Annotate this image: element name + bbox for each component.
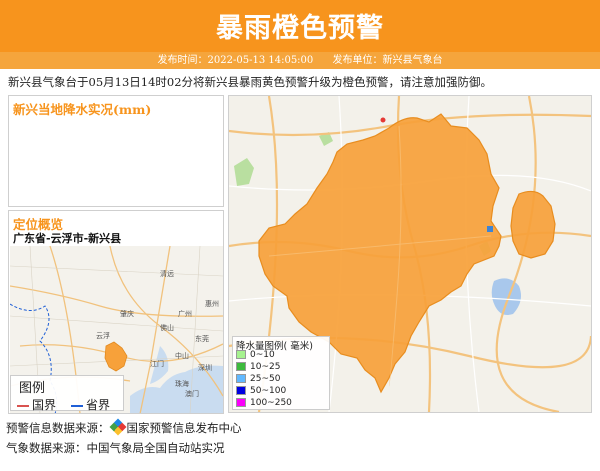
- map-label-shenzhen: 深圳: [198, 363, 212, 372]
- map-label-zhuhai: 珠海: [175, 379, 189, 388]
- map-label-huizhou: 惠州: [205, 299, 219, 308]
- warning-source-line: 预警信息数据来源： 国家预警信息发布中心: [6, 418, 242, 436]
- legend-label: 25~50: [250, 374, 281, 384]
- legend-swatch: [236, 398, 246, 407]
- weather-source-line: 气象数据来源：中国气象局全国自动站实况: [6, 441, 225, 455]
- publish-time: 发布时间：2022-05-13 14:05:00: [157, 55, 314, 66]
- rainfall-panel: 新兴当地降水实况(mm): [8, 95, 224, 207]
- warning-center-logo-icon: [109, 418, 126, 436]
- warning-source-label: 预警信息数据来源：: [6, 421, 110, 435]
- warning-source-link[interactable]: 国家预警信息发布中心: [127, 421, 242, 435]
- map-label-jiangmen: 江门: [150, 359, 164, 368]
- warning-notice: 新兴县气象台于05月13日14时02分将新兴县暴雨黄色预警升级为橙色预警，请注意…: [8, 75, 493, 89]
- province-line-swatch: [71, 404, 83, 407]
- publish-info-bar: 发布时间：2022-05-13 14:05:00 发布单位：新兴县气象台: [0, 52, 600, 69]
- map-label-qingyuan: 清远: [160, 269, 174, 278]
- legend-item-100-250: 100~250: [236, 398, 292, 409]
- legend-label: 100~250: [250, 398, 292, 408]
- legend-swatch: [236, 350, 246, 359]
- region-path: 广东省-云浮市-新兴县: [13, 232, 122, 245]
- header-bar: 暴雨橙色预警: [0, 0, 600, 52]
- map-label-foshan: 佛山: [160, 323, 174, 332]
- rainfall-panel-title: 新兴当地降水实况(mm): [13, 102, 152, 117]
- legend-swatch: [236, 362, 246, 371]
- country-line-swatch: [17, 404, 29, 407]
- country-label: 国界: [32, 398, 57, 412]
- legend-item-50-100: 50~100: [236, 386, 286, 397]
- map-label-dongguan: 东莞: [195, 334, 209, 343]
- legend-swatch: [236, 386, 246, 395]
- legend-swatch: [236, 374, 246, 383]
- map-label-guangzhou: 广州: [178, 309, 192, 318]
- page-title: 暴雨橙色预警: [216, 13, 384, 44]
- publish-unit: 发布单位：新兴县气象台: [332, 55, 443, 66]
- legend-province-border: 省界: [71, 396, 110, 413]
- province-label: 省界: [86, 398, 111, 412]
- map-label-macau: 澳门: [185, 389, 199, 398]
- map-label-zhongshan: 中山: [175, 351, 189, 360]
- overview-legend: 图例 国界 省界: [10, 375, 124, 413]
- legend-item-10-25: 10~25: [236, 362, 280, 373]
- legend-label: 10~25: [250, 362, 281, 372]
- map-label-yunfu: 云浮: [96, 331, 110, 340]
- legend-label: 0~10: [250, 350, 275, 360]
- legend-country-border: 国界: [17, 396, 56, 413]
- legend-item-25-50: 25~50: [236, 374, 280, 385]
- map-label-zhaoqing: 肇庆: [120, 309, 134, 318]
- overview-legend-title: 图例: [19, 381, 46, 396]
- rainfall-legend: 降水量图例( 毫米) 0~10 10~25 25~50 50~100 100~2…: [232, 336, 330, 410]
- legend-item-0-10: 0~10: [236, 350, 275, 361]
- legend-label: 50~100: [250, 386, 287, 396]
